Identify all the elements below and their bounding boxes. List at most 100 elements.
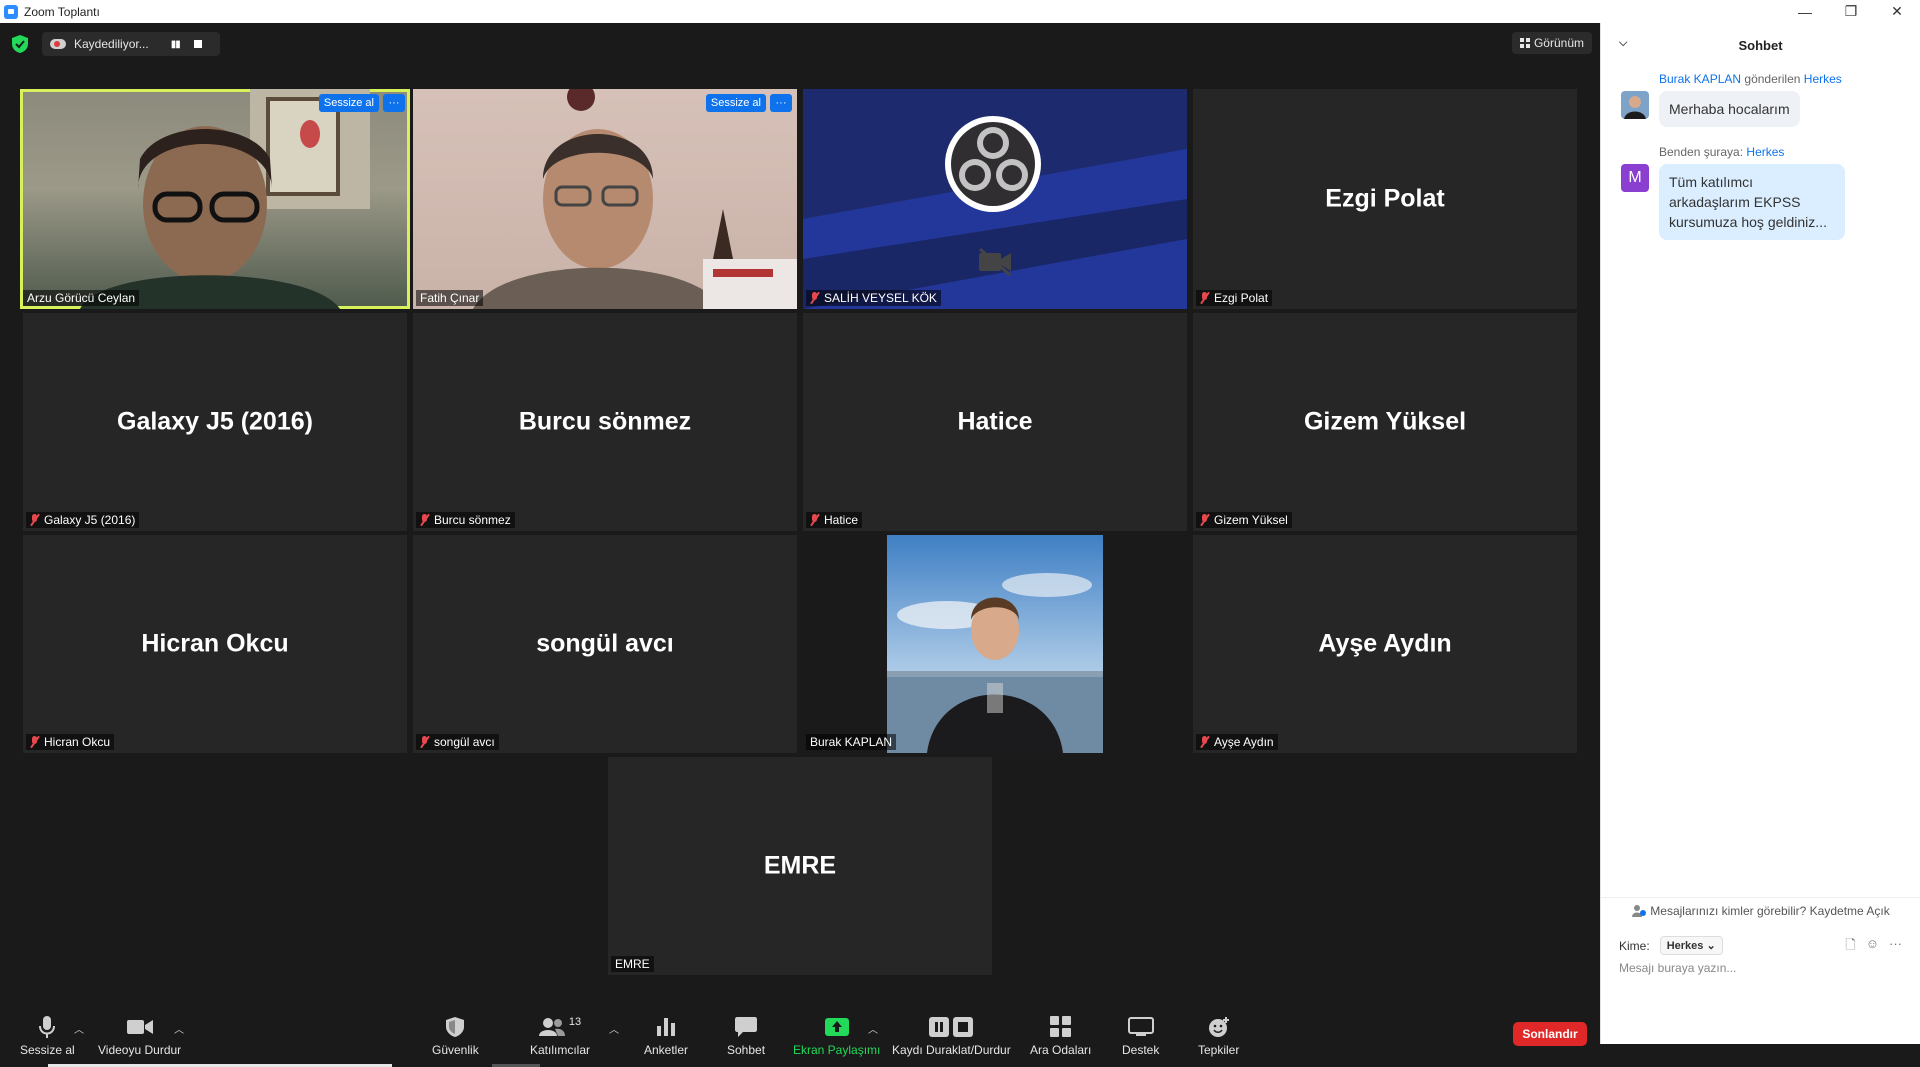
participants-button[interactable]: 13 Katılımcılar — [530, 1015, 590, 1057]
participant-name-label: Burak KAPLAN — [806, 734, 897, 750]
security-button[interactable]: Güvenlik — [432, 1015, 479, 1057]
participant-display-name: Burcu sönmez — [518, 407, 692, 436]
restore-button[interactable]: ❐ — [1828, 0, 1874, 23]
collapse-chevron-icon[interactable]: ⌵ — [1619, 37, 1627, 50]
support-button[interactable]: Destek — [1122, 1015, 1159, 1057]
chat-message-meta: Burak KAPLAN gönderilen Herkes — [1659, 72, 1842, 86]
participant-display-name: Ayşe Aydın — [1318, 629, 1452, 658]
message-recipient[interactable]: Herkes — [1804, 72, 1842, 86]
mute-label: Sessize al — [20, 1043, 75, 1057]
participant-name-label: Ezgi Polat — [1196, 290, 1273, 306]
video-tile[interactable]: Burcu sönmez Burcu sönmez — [413, 313, 797, 531]
stop-video-button[interactable]: Videoyu Durdur — [98, 1015, 181, 1057]
zoom-app-icon — [4, 4, 18, 19]
video-tile[interactable]: Ezgi Polat Ezgi Polat — [1193, 89, 1577, 309]
mute-participant-button[interactable]: Sessize al — [705, 94, 766, 112]
end-meeting-button[interactable]: Sonlandır — [1513, 1022, 1587, 1046]
mute-button[interactable]: Sessize al — [20, 1015, 75, 1057]
chat-message-input[interactable] — [1619, 961, 1903, 975]
message-sender: Benden şuraya: — [1659, 145, 1744, 159]
stop-recording-icon[interactable] — [193, 40, 202, 48]
minimize-button[interactable]: — — [1782, 0, 1828, 23]
video-tile[interactable]: Hatice Hatice — [803, 313, 1187, 531]
grid-view-icon — [1519, 38, 1530, 48]
participant-name: Ezgi Polat — [1214, 291, 1269, 305]
breakout-rooms-button[interactable]: Ara Odaları — [1030, 1015, 1091, 1057]
participant-name-label: Galaxy J5 (2016) — [26, 512, 140, 528]
cloud-record-icon — [50, 39, 66, 49]
share-options-chevron-icon[interactable]: ︿ — [868, 1021, 878, 1036]
participant-name: EMRE — [615, 957, 650, 971]
participant-name: Burcu sönmez — [434, 513, 511, 527]
video-tile[interactable]: Burak KAPLAN — [803, 535, 1187, 753]
participants-options-chevron-icon[interactable]: ︿ — [609, 1021, 619, 1036]
video-tile[interactable]: EMRE EMRE — [608, 757, 992, 975]
audio-options-chevron-icon[interactable]: ︿ — [74, 1021, 84, 1036]
chat-message-meta: Benden şuraya: Herkes — [1659, 145, 1845, 159]
security-shield-icon[interactable] — [12, 35, 28, 53]
mic-muted-icon — [420, 736, 429, 748]
security-label: Güvenlik — [432, 1043, 479, 1057]
recipient-dropdown[interactable]: Herkes ⌄ — [1659, 936, 1723, 955]
more-options-button[interactable]: ··· — [770, 94, 792, 112]
avatar: M — [1621, 164, 1649, 192]
participant-name: Hicran Okcu — [44, 735, 111, 749]
participant-display-name: Hatice — [957, 407, 1033, 436]
message-verb: gönderilen — [1744, 72, 1801, 86]
view-button[interactable]: Görünüm — [1511, 32, 1592, 54]
video-tile[interactable]: SALİH VEYSEL KÖK — [803, 89, 1187, 309]
video-tile[interactable]: Ayşe Aydın Ayşe Aydın — [1193, 535, 1577, 753]
video-options-chevron-icon[interactable]: ︿ — [174, 1021, 184, 1036]
window-titlebar: Zoom Toplantı — ❐ ✕ — [0, 0, 1920, 23]
message-sender[interactable]: Burak KAPLAN — [1659, 72, 1741, 86]
pause-stop-recording-icon — [929, 1017, 974, 1037]
mute-participant-button[interactable]: Sessize al — [318, 94, 379, 112]
video-tile[interactable]: Sessize al ··· Fatih Çınar — [413, 89, 797, 309]
share-screen-icon — [824, 1018, 849, 1036]
emoji-icon[interactable]: ☺ — [1866, 936, 1879, 958]
reactions-button[interactable]: Tepkiler — [1198, 1015, 1239, 1057]
video-tile[interactable]: songül avcı songül avcı — [413, 535, 797, 753]
pause-recording-icon[interactable]: ▮▮ — [171, 39, 181, 50]
window-title: Zoom Toplantı — [24, 4, 100, 19]
video-tile[interactable]: Galaxy J5 (2016) Galaxy J5 (2016) — [23, 313, 407, 531]
video-camera-icon — [126, 1020, 153, 1034]
participant-name: Galaxy J5 (2016) — [44, 513, 136, 527]
recipient-value: Herkes — [1666, 940, 1704, 952]
chat-header: ⌵ Sohbet — [1601, 23, 1920, 67]
message-recipient[interactable]: Herkes — [1746, 145, 1784, 159]
participant-display-name: Hicran Okcu — [141, 629, 289, 658]
video-tile[interactable]: Hicran Okcu Hicran Okcu — [23, 535, 407, 753]
participant-name-label: Fatih Çınar — [416, 290, 484, 306]
chat-privacy-note[interactable]: Mesajlarınızı kimler görebilir? Kaydetme… — [1601, 897, 1920, 923]
file-icon[interactable]: 🗋 — [1845, 936, 1855, 958]
mic-muted-icon — [810, 292, 819, 304]
participant-name-label: songül avcı — [416, 734, 499, 750]
more-options-icon[interactable]: ··· — [1889, 936, 1902, 958]
mic-muted-icon — [1200, 292, 1209, 304]
chat-button[interactable]: Sohbet — [727, 1015, 765, 1057]
mic-muted-icon — [1200, 514, 1209, 526]
record-controls-button[interactable]: Kaydı Duraklat/Durdur — [892, 1015, 1011, 1057]
close-button[interactable]: ✕ — [1874, 0, 1920, 23]
video-tile[interactable]: Sessize al ··· Arzu Görücü Ceylan — [20, 89, 410, 309]
chat-message: Benden şuraya: Herkes M Tüm katılımcı ar… — [1621, 145, 1845, 240]
more-options-button[interactable]: ··· — [383, 94, 405, 112]
participant-name-label: Burcu sönmez — [416, 512, 515, 528]
participant-name-label: Gizem Yüksel — [1196, 512, 1292, 528]
recording-status: Kaydediliyor... — [74, 37, 149, 51]
participant-name: songül avcı — [434, 735, 495, 749]
privacy-note-text: Mesajlarınızı kimler görebilir? Kaydetme… — [1650, 903, 1890, 918]
video-tile[interactable]: Gizem Yüksel Gizem Yüksel — [1193, 313, 1577, 531]
polls-button[interactable]: Anketler — [644, 1015, 688, 1057]
chat-message-text: Merhaba hocalarım — [1659, 91, 1800, 127]
participant-display-name: Galaxy J5 (2016) — [117, 407, 313, 436]
participant-name: SALİH VEYSEL KÖK — [824, 291, 937, 305]
participant-name-label: Hatice — [806, 512, 863, 528]
participant-video-burak — [887, 535, 1103, 753]
participant-name-label: EMRE — [611, 956, 654, 972]
participant-display-name: Gizem Yüksel — [1303, 407, 1467, 436]
avatar-letter: M — [1628, 169, 1642, 186]
chat-tools: 🗋 ☺ ··· — [1845, 936, 1902, 958]
participant-name: Arzu Görücü Ceylan — [27, 291, 136, 305]
